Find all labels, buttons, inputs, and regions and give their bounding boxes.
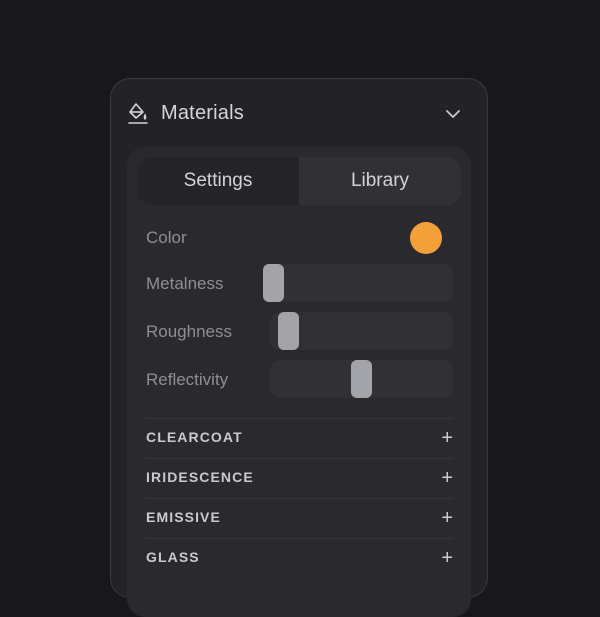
plus-icon[interactable]: + bbox=[441, 508, 453, 528]
plus-icon[interactable]: + bbox=[441, 468, 453, 488]
panel-title: Materials bbox=[161, 102, 244, 124]
panel-header[interactable]: Materials bbox=[111, 79, 487, 149]
section-label: CLEARCOAT bbox=[146, 429, 243, 445]
section-label: EMISSIVE bbox=[146, 509, 221, 525]
plus-icon[interactable]: + bbox=[441, 428, 453, 448]
tab-settings[interactable]: Settings bbox=[137, 157, 299, 205]
reflectivity-label: Reflectivity bbox=[146, 370, 229, 389]
paint-bucket-icon bbox=[128, 103, 148, 124]
section-iridescence[interactable]: IRIDESCENCE + bbox=[146, 458, 453, 498]
metalness-label: Metalness bbox=[146, 274, 224, 293]
roughness-slider[interactable] bbox=[270, 312, 453, 350]
metalness-slider[interactable] bbox=[263, 264, 453, 302]
section-label: IRIDESCENCE bbox=[146, 469, 254, 485]
reflectivity-slider[interactable] bbox=[270, 360, 453, 398]
settings-card: Settings Library Color Metalness Roughne… bbox=[127, 147, 471, 617]
tab-library[interactable]: Library bbox=[299, 157, 461, 205]
color-swatch[interactable] bbox=[410, 222, 442, 254]
tab-bar: Settings Library bbox=[137, 157, 461, 205]
section-label: GLASS bbox=[146, 549, 200, 565]
reflectivity-slider-thumb[interactable] bbox=[351, 360, 372, 398]
chevron-down-icon[interactable] bbox=[445, 106, 461, 122]
roughness-slider-thumb[interactable] bbox=[278, 312, 300, 350]
section-glass[interactable]: GLASS + bbox=[146, 538, 453, 578]
section-emissive[interactable]: EMISSIVE + bbox=[146, 498, 453, 538]
color-label: Color bbox=[146, 228, 187, 247]
roughness-label: Roughness bbox=[146, 322, 233, 341]
plus-icon[interactable]: + bbox=[441, 548, 453, 568]
materials-panel: Materials Settings Library Color Metalne… bbox=[110, 78, 488, 617]
metalness-slider-thumb[interactable] bbox=[263, 264, 284, 302]
section-clearcoat[interactable]: CLEARCOAT + bbox=[146, 418, 453, 458]
